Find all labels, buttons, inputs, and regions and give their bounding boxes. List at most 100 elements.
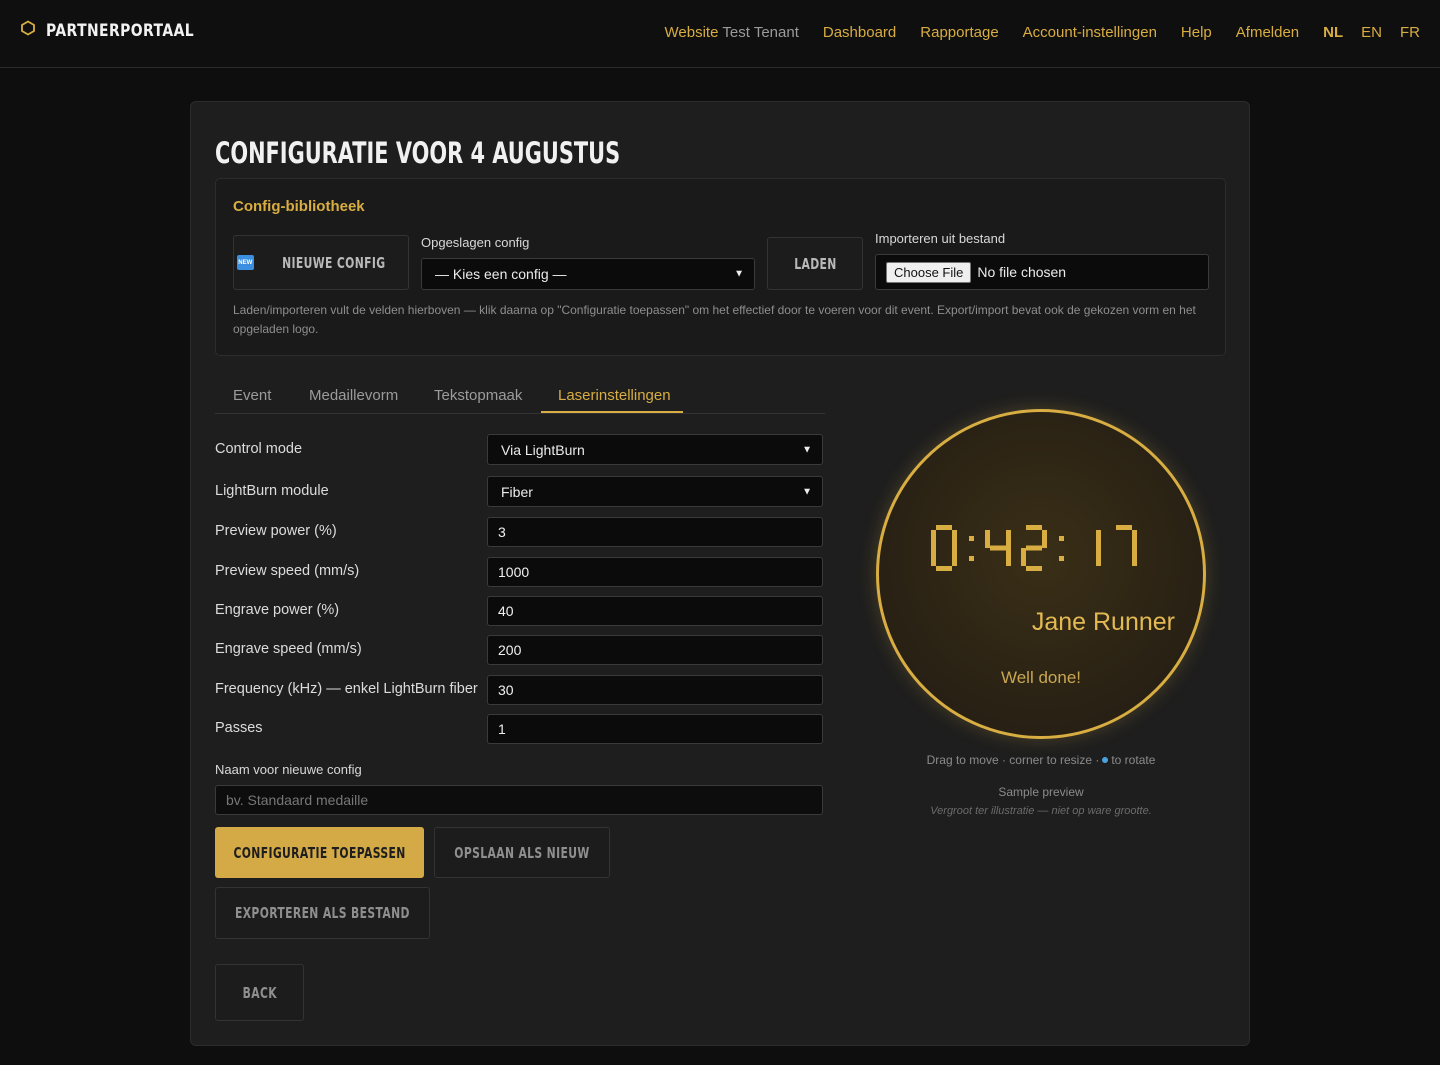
time-digit-segment xyxy=(952,530,957,548)
saved-config-select[interactable]: — Kies een config — ▼ xyxy=(421,258,755,290)
frequency-input[interactable]: 30 xyxy=(487,675,823,705)
sample-preview-note: Vergroot ter illustratie — niet op ware … xyxy=(930,805,1152,817)
time-digit-segment xyxy=(1116,525,1132,530)
time-digit-segment xyxy=(1132,530,1137,548)
chevron-down-icon: ▼ xyxy=(802,444,812,455)
new-icon: NEW xyxy=(236,255,254,270)
time-colon-dot xyxy=(1059,556,1064,561)
brand[interactable]: PARTNERPORTAAL xyxy=(20,20,227,41)
choose-file-button[interactable]: Choose File xyxy=(886,261,972,283)
back-button[interactable]: BACK xyxy=(215,964,304,1021)
tab-event[interactable]: Event xyxy=(233,387,271,404)
tab-medaillevorm[interactable]: Medaillevorm xyxy=(309,387,398,404)
nav-help[interactable]: Help xyxy=(1181,24,1212,41)
medal-time xyxy=(929,522,1159,579)
save-as-new-button[interactable]: OPSLAAN ALS NIEUW xyxy=(434,827,610,878)
time-digit-segment xyxy=(1021,548,1026,566)
settings-tabs: Event Medaillevorm Tekstopmaak Laserinst… xyxy=(215,375,825,414)
config-card: CONFIGURATIE VOOR 4 AUGUSTUS Config-bibl… xyxy=(190,101,1250,1046)
import-file-input[interactable]: Choose File No file chosen xyxy=(875,254,1209,290)
control-mode-label: Control mode xyxy=(215,441,303,457)
medal-message[interactable]: Well done! xyxy=(879,668,1203,688)
saved-config-value: — Kies een config — xyxy=(435,266,567,282)
lang-en[interactable]: EN xyxy=(1361,24,1382,41)
time-digit-segment xyxy=(1132,548,1137,566)
nav-website-label: Website xyxy=(664,24,719,41)
lightburn-module-label: LightBurn module xyxy=(215,483,329,499)
control-mode-select[interactable]: Via LightBurn ▼ xyxy=(487,434,823,465)
time-digit-segment xyxy=(1026,525,1042,530)
engrave-power-label: Engrave power (%) xyxy=(215,602,340,618)
time-digit-segment xyxy=(1006,530,1011,548)
apply-config-button[interactable]: CONFIGURATIE TOEPASSEN xyxy=(215,827,424,878)
control-mode-value: Via LightBurn xyxy=(501,441,585,458)
load-button[interactable]: LADEN xyxy=(767,237,863,290)
tab-laserinstellingen[interactable]: Laserinstellingen xyxy=(558,387,671,404)
library-note: Laden/importeren vult de velden hierbove… xyxy=(233,303,1196,336)
tenant-name: Test Tenant xyxy=(722,24,799,41)
preview-power-label: Preview power (%) xyxy=(215,523,337,539)
new-config-name-label: Naam voor nieuwe config xyxy=(215,762,362,777)
new-config-button[interactable]: NEW NIEUWE CONFIG xyxy=(233,235,409,290)
seven-segment-time xyxy=(931,525,1137,571)
lightburn-module-value: Fiber xyxy=(501,483,533,500)
passes-input[interactable]: 1 xyxy=(487,714,823,744)
sample-preview-label: Sample preview xyxy=(998,785,1084,799)
nav-rapportage[interactable]: Rapportage xyxy=(920,24,998,41)
hint-text-end: to rotate xyxy=(1111,753,1156,767)
time-digit-segment xyxy=(990,545,1006,551)
lang-fr[interactable]: FR xyxy=(1400,24,1420,41)
language-switcher: NL EN FR xyxy=(1323,24,1420,41)
preview-speed-input[interactable]: 1000 xyxy=(487,557,823,587)
back-label: BACK xyxy=(242,983,277,1002)
hint-text-start: Drag to move · corner to resize · xyxy=(926,753,1100,767)
engrave-speed-label: Engrave speed (mm/s) xyxy=(215,641,362,657)
library-title: Config-bibliotheek xyxy=(233,198,365,215)
preview-power-input[interactable]: 3 xyxy=(487,517,823,547)
tab-tekstopmaak[interactable]: Tekstopmaak xyxy=(434,387,522,404)
chevron-down-icon: ▼ xyxy=(734,268,744,280)
time-digit-segment xyxy=(1096,530,1101,548)
medal-runner-name[interactable]: Jane Runner xyxy=(1032,608,1175,637)
time-digit-segment xyxy=(952,548,957,566)
top-navbar: PARTNERPORTAAL Website Test Tenant Dashbo… xyxy=(0,0,1440,68)
time-digit-segment xyxy=(1006,548,1011,566)
saved-config-label: Opgeslagen config xyxy=(421,235,530,250)
save-as-new-label: OPSLAAN ALS NIEUW xyxy=(454,843,590,862)
chevron-down-icon: ▼ xyxy=(802,486,812,497)
time-colon-dot xyxy=(969,536,974,541)
engrave-power-input[interactable]: 40 xyxy=(487,596,823,626)
export-label: EXPORTEREN ALS BESTAND xyxy=(235,904,410,922)
hexagon-icon xyxy=(20,20,36,41)
preview-speed-label: Preview speed (mm/s) xyxy=(215,563,360,579)
passes-label: Passes xyxy=(215,720,263,736)
new-config-label: NIEUWE CONFIG xyxy=(281,253,386,272)
engrave-speed-input[interactable]: 200 xyxy=(487,635,823,665)
config-library-panel: Config-bibliotheek NEW NIEUWE CONFIG Opg… xyxy=(215,178,1226,356)
time-digit-segment xyxy=(936,566,952,571)
nav-account-settings[interactable]: Account-instellingen xyxy=(1023,24,1157,41)
medal-preview[interactable]: Jane Runner Well done! xyxy=(876,409,1206,739)
brand-name: PARTNERPORTAAL xyxy=(46,20,195,41)
time-digit-segment xyxy=(936,525,952,530)
main-nav: Website Test Tenant Dashboard Rapportage … xyxy=(665,24,1421,41)
nav-dashboard[interactable]: Dashboard xyxy=(823,24,896,41)
export-button[interactable]: EXPORTEREN ALS BESTAND xyxy=(215,887,430,939)
page-title: CONFIGURATIE VOOR 4 AUGUSTUS xyxy=(215,136,621,170)
rotate-handle-icon xyxy=(1102,757,1109,763)
time-digit-segment xyxy=(931,530,936,548)
preview-hint: Drag to move · corner to resize · to rota… xyxy=(876,753,1206,767)
time-digit-segment xyxy=(1042,530,1047,548)
file-status: No file chosen xyxy=(977,264,1067,280)
nav-website-link[interactable]: Website Test Tenant xyxy=(665,24,799,41)
lightburn-module-select[interactable]: Fiber ▼ xyxy=(487,476,823,507)
load-label: LADEN xyxy=(793,254,837,273)
time-digit-segment xyxy=(931,548,936,566)
new-config-name-input[interactable]: bv. Standaard medaille xyxy=(215,785,823,815)
time-colon-dot xyxy=(969,556,974,561)
time-colon-dot xyxy=(1059,536,1064,541)
lang-nl[interactable]: NL xyxy=(1323,24,1343,41)
time-digit-segment xyxy=(1026,566,1042,571)
nav-logout[interactable]: Afmelden xyxy=(1236,24,1299,41)
active-tab-indicator xyxy=(541,411,683,413)
